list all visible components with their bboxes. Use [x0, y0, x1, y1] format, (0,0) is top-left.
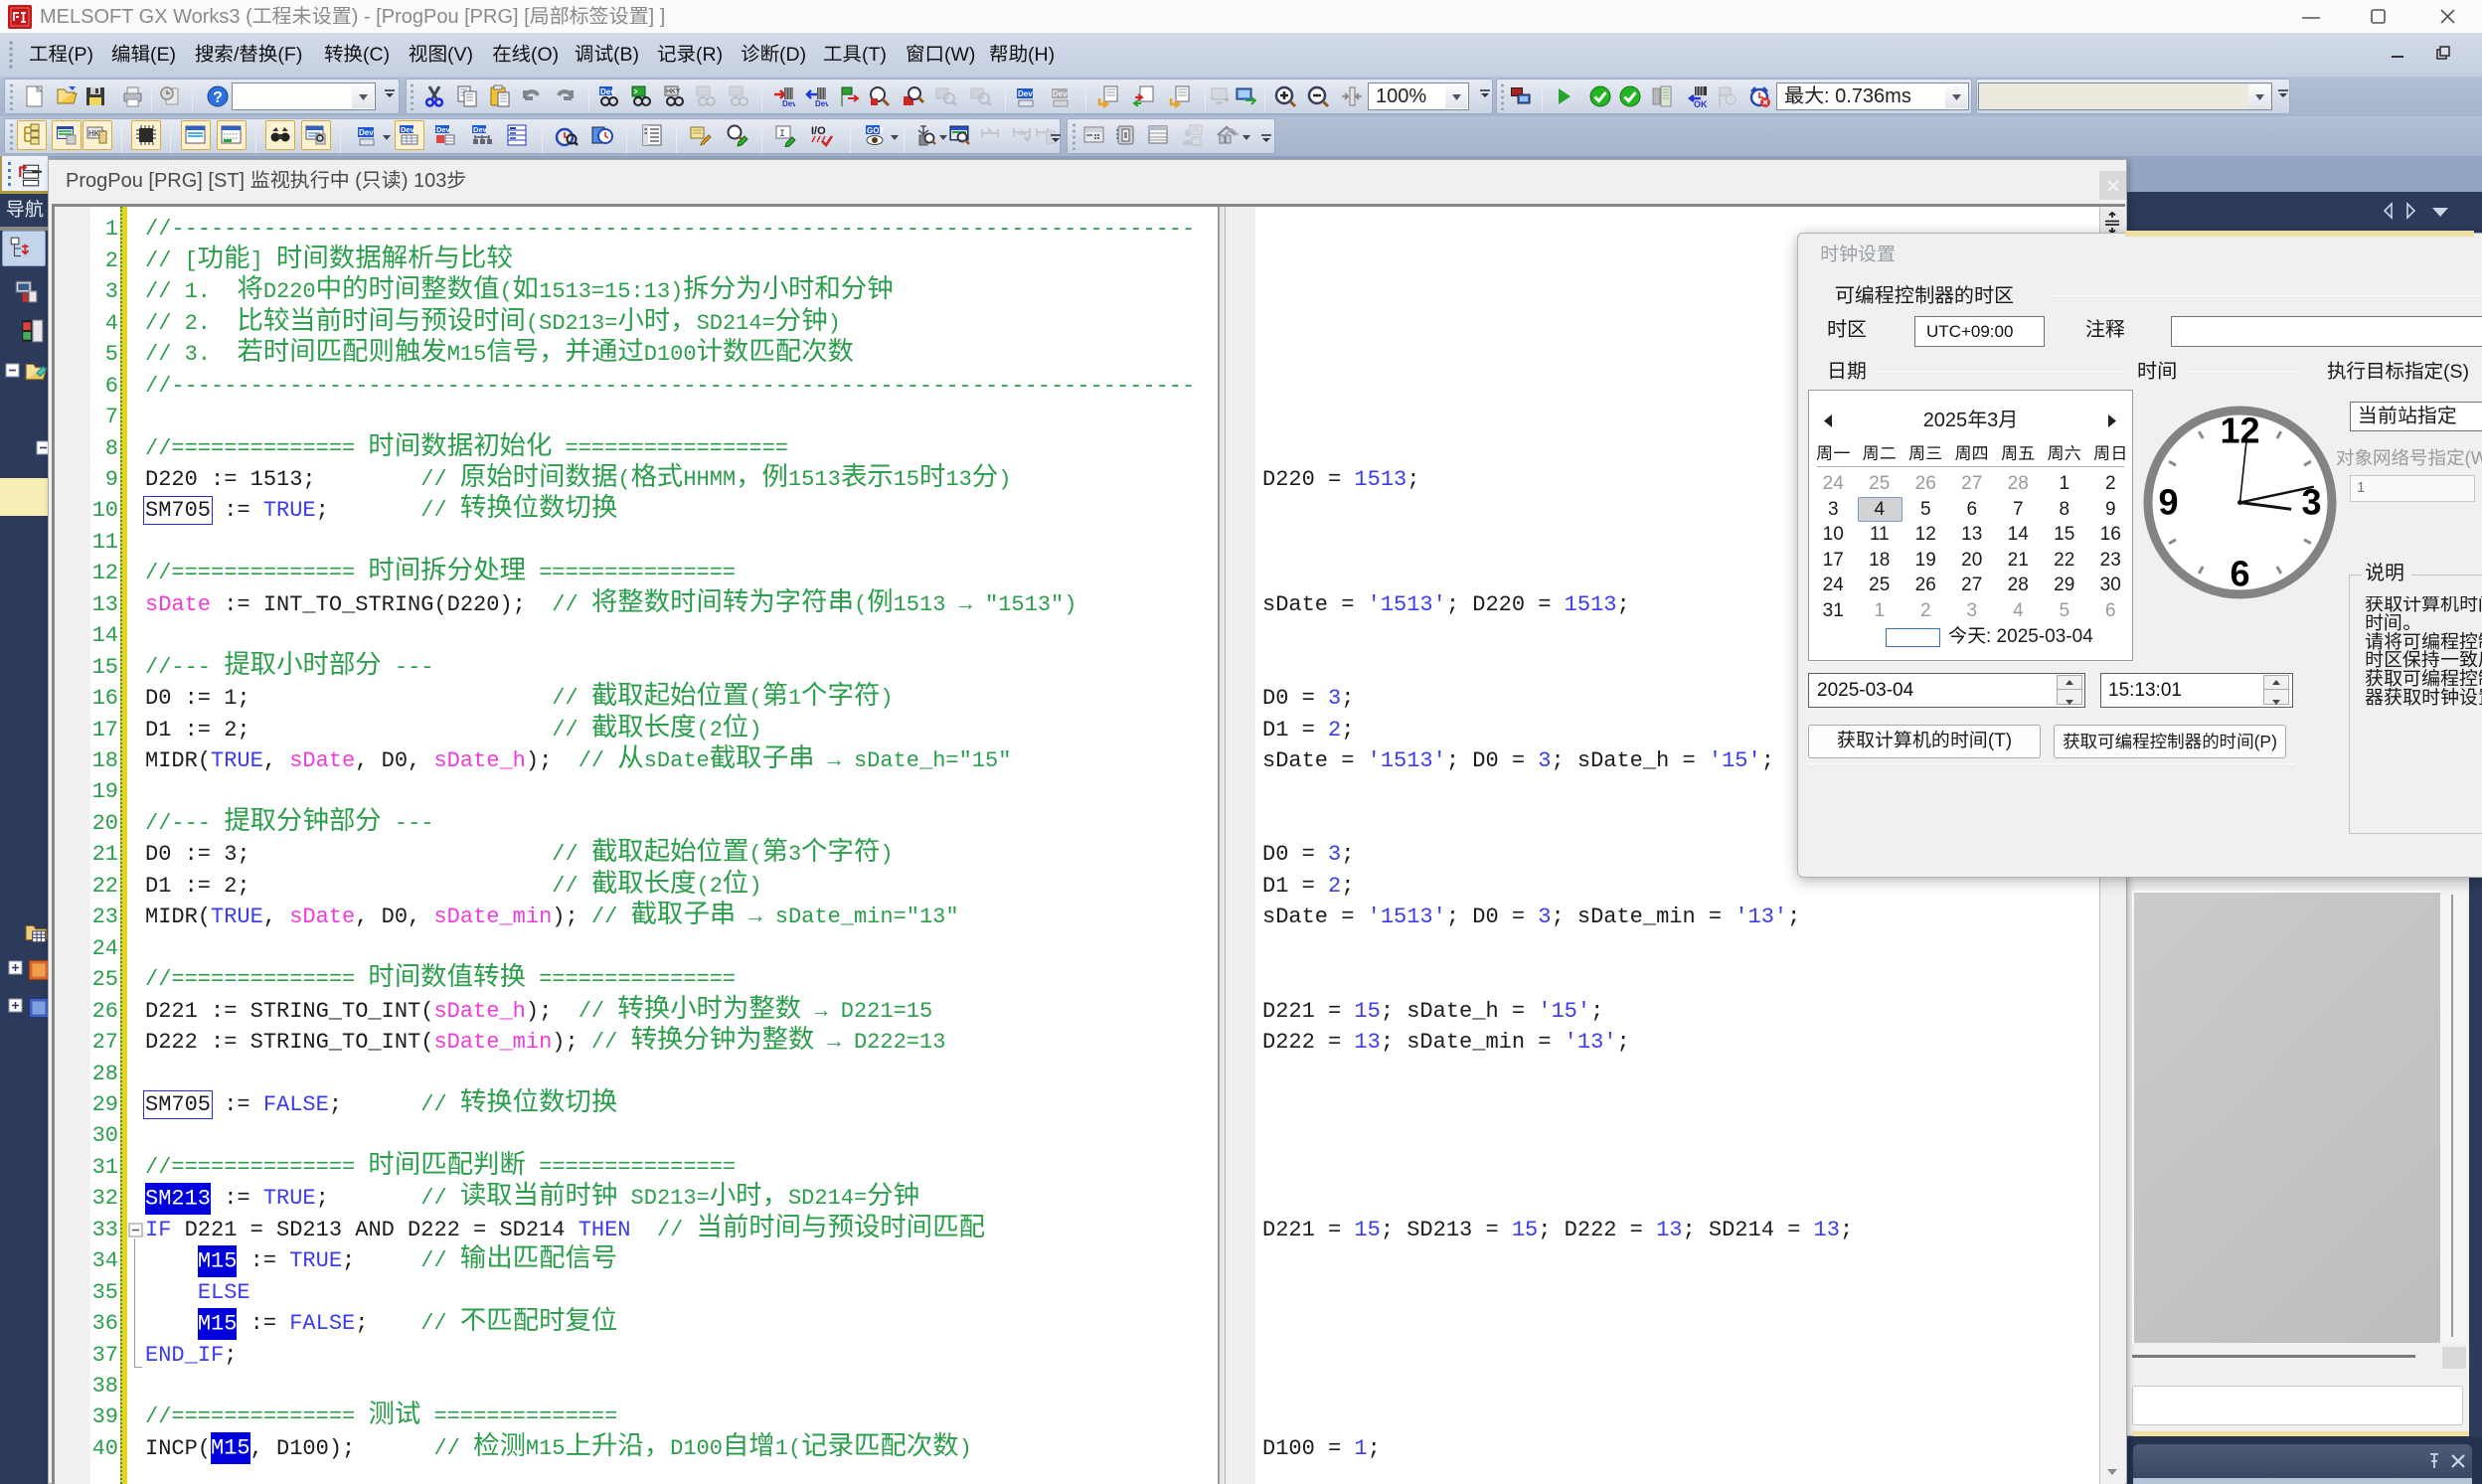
- svg-text:?: ?: [213, 89, 223, 106]
- svg-text:Dev: Dev: [436, 125, 451, 134]
- svg-text:Dev: Dev: [473, 125, 488, 134]
- svg-text:Dev: Dev: [1053, 89, 1068, 98]
- svg-text:HKY: HKY: [666, 88, 681, 95]
- svg-text:12: 12: [2220, 411, 2259, 451]
- svg-text:OK: OK: [1694, 99, 1708, 108]
- svg-text:I/O: I/O: [811, 125, 826, 137]
- svg-text:Dev: Dev: [359, 128, 374, 137]
- svg-text:Dev: Dev: [401, 125, 415, 134]
- svg-text:6: 6: [2230, 554, 2249, 594]
- svg-text:Dev: Dev: [815, 99, 828, 108]
- svg-text:I: I: [779, 129, 785, 140]
- svg-text:Dev: Dev: [1018, 89, 1033, 98]
- svg-text:Dev: Dev: [600, 87, 615, 96]
- svg-text:3: 3: [2301, 482, 2321, 523]
- svg-text:GOT: GOT: [867, 126, 884, 135]
- svg-text:9: 9: [2158, 482, 2178, 523]
- svg-text:Dev: Dev: [782, 99, 795, 108]
